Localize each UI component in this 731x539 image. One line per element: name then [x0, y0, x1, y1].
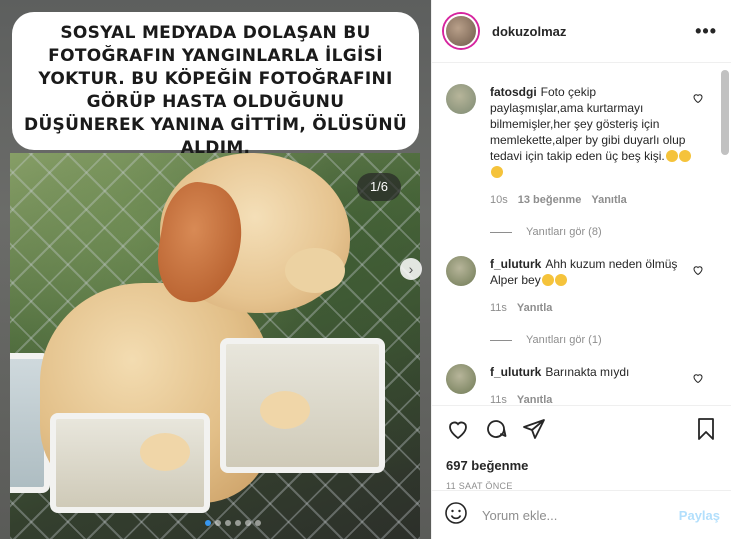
heart-icon — [449, 421, 467, 439]
comment-likes[interactable]: 13 beğenme — [518, 192, 582, 208]
slide-indicator — [205, 520, 261, 526]
view-replies-button[interactable]: Yanıtları gör (8) — [490, 226, 731, 238]
more-options-icon[interactable]: ••• — [695, 21, 717, 42]
save-button[interactable] — [694, 417, 718, 446]
chevron-right-icon: › — [408, 261, 414, 277]
reply-button[interactable]: Yanıtla — [591, 192, 626, 208]
comment-avatar[interactable] — [446, 256, 476, 286]
comment-item: f_uluturk Barınakta mıydı 11s Yanıtla — [446, 364, 731, 404]
share-button[interactable] — [522, 417, 546, 446]
divider — [490, 231, 512, 233]
sad-face-emoji-icon — [491, 166, 503, 178]
slide-dot — [255, 520, 261, 526]
sad-face-emoji-icon — [678, 150, 691, 162]
view-replies-label: Yanıtları gör (1) — [526, 334, 602, 346]
comment-body: f_uluturk Ahh kuzum neden ölmüş Alper bey… — [490, 256, 692, 316]
post-actions: 697 beğenme 11 SAAT ÖNCE — [432, 405, 731, 491]
comment-like-button[interactable] — [692, 92, 704, 107]
tub-front — [50, 413, 210, 513]
sad-face-emoji-icon — [665, 150, 678, 162]
heart-icon — [693, 266, 703, 276]
paper-plane-icon — [523, 418, 545, 439]
comment-body: f_uluturk Barınakta mıydı 11s Yanıtla — [490, 364, 629, 404]
comment-avatar[interactable] — [446, 84, 476, 114]
sad-face-emoji-icon — [541, 274, 554, 286]
comment-avatar[interactable] — [446, 364, 476, 394]
heart-icon — [693, 374, 703, 384]
like-button[interactable] — [446, 417, 470, 446]
comment-button[interactable] — [484, 417, 508, 446]
comment-like-button[interactable] — [692, 264, 704, 279]
comment-time: 11s — [490, 394, 507, 404]
comments-scrollbar[interactable] — [721, 70, 729, 155]
comment-time: 11s — [490, 302, 507, 314]
post-comment-button[interactable]: Paylaş — [679, 508, 720, 523]
dog-snout — [285, 248, 345, 293]
comment-item: fatosdgi Foto çekip paylaşmışlar,ama kurt… — [446, 84, 731, 238]
divider — [490, 339, 512, 341]
reply-button[interactable]: Yanıtla — [517, 300, 552, 316]
image-caption: SOSYAL MEDYADA DOLAŞAN BU FOTOĞRAFIN YAN… — [12, 12, 419, 158]
reply-button[interactable]: Yanıtla — [517, 392, 552, 404]
comment-body: fatosdgi Foto çekip paylaşmışlar,ama kurt… — [490, 84, 692, 208]
slide-dot — [245, 520, 251, 526]
comment-item: f_uluturk Ahh kuzum neden ölmüş Alper bey… — [446, 256, 731, 346]
likes-count[interactable]: 697 beğenme — [446, 458, 718, 473]
dog-paw — [260, 391, 310, 429]
comment-emojis — [541, 273, 567, 287]
comment-username[interactable]: f_uluturk — [490, 365, 541, 379]
comment-text: Barınakta mıydı — [545, 365, 630, 379]
view-replies-label: Yanıtları gör (8) — [526, 226, 602, 238]
comment-meta: 10s 13 beğenme Yanıtla — [490, 192, 692, 208]
smiley-icon — [445, 501, 467, 524]
comment-icon — [487, 419, 507, 438]
heart-icon — [693, 94, 703, 104]
post-username[interactable]: dokuzolmaz — [492, 24, 695, 39]
view-replies-button[interactable]: Yanıtları gör (1) — [490, 334, 731, 346]
comments-list: fatosdgi Foto çekip paylaşmışlar,ama kurt… — [432, 64, 731, 404]
comment-username[interactable]: f_uluturk — [490, 257, 541, 271]
slide-dot — [225, 520, 231, 526]
comment-like-button[interactable] — [692, 372, 704, 387]
comment-input[interactable] — [482, 507, 679, 523]
comment-meta: 11s Yanıtla — [490, 392, 629, 404]
slide-dot — [205, 520, 211, 526]
emoji-button[interactable] — [444, 501, 468, 530]
comment-time: 10s — [490, 194, 508, 206]
post-header: dokuzolmaz ••• — [432, 0, 731, 63]
comment-meta: 11s Yanıtla — [490, 300, 692, 316]
slide-dot — [235, 520, 241, 526]
post-sidebar: dokuzolmaz ••• fatosdgi Foto çekip paylaş… — [431, 0, 731, 539]
bookmark-icon — [698, 417, 714, 440]
add-comment-bar: Paylaş — [432, 490, 731, 539]
caption-text: SOSYAL MEDYADA DOLAŞAN BU FOTOĞRAFIN YAN… — [24, 23, 407, 158]
slide-counter: 1/6 — [357, 173, 401, 201]
dog-paw — [140, 433, 190, 471]
slide-dot — [215, 520, 221, 526]
comment-username[interactable]: fatosdgi — [490, 85, 537, 99]
avatar[interactable] — [444, 14, 478, 48]
sad-face-emoji-icon — [554, 274, 567, 286]
post-media: SOSYAL MEDYADA DOLAŞAN BU FOTOĞRAFIN YAN… — [0, 0, 431, 539]
post-photo — [10, 153, 420, 539]
next-slide-button[interactable]: › — [400, 258, 422, 280]
